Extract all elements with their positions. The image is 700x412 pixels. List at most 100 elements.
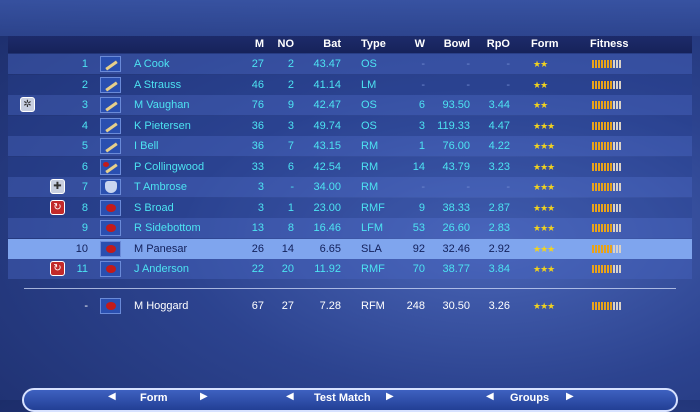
- bowling-type-value: RFM: [361, 300, 385, 312]
- groups-next-arrow-icon[interactable]: ▶: [566, 391, 574, 402]
- fitness-bar: [592, 80, 621, 89]
- batting-average-value: 34.00: [313, 181, 341, 193]
- runs-per-over-value: 3.84: [488, 263, 510, 275]
- player-row[interactable]: 6 P Collingwood 33 6 42.54 RM 14 43.79 3.23 ★★★: [8, 156, 692, 177]
- bowling-average-value: -: [466, 58, 470, 70]
- player-row[interactable]: 1 A Cook 27 2 43.47 OS - - - ★★: [8, 54, 692, 74]
- bowling-type-value: LM: [361, 78, 377, 91]
- batting-average-value: 42.47: [313, 99, 341, 111]
- not-outs-value: 3: [287, 119, 294, 132]
- match-next-arrow-icon[interactable]: ▶: [386, 391, 394, 402]
- player-name: M Hoggard: [134, 300, 189, 312]
- batting-average-value: 43.47: [313, 58, 341, 70]
- bowling-average-value: 38.33: [442, 201, 470, 214]
- wickets-value: 9: [418, 201, 425, 214]
- bowling-type-value: RM: [361, 140, 379, 152]
- form-stars-icon: ★★: [533, 59, 548, 69]
- bowling-type-value: RMF: [361, 201, 385, 214]
- player-row[interactable]: ↻ 8 S Broad 3 1 23.00 RMF 9 38.33 2.87 ★★★: [8, 197, 692, 218]
- wickets-value: -: [421, 78, 425, 91]
- bowler-ball-icon: [100, 298, 121, 314]
- col-runs-per-over[interactable]: RpO: [482, 36, 510, 53]
- wickets-value: 248: [406, 300, 425, 312]
- groups-tab[interactable]: Groups: [510, 392, 549, 404]
- bowling-average-value: 93.50: [442, 99, 470, 111]
- col-bowling[interactable]: Bowl: [436, 36, 470, 53]
- player-name: A Strauss: [134, 78, 182, 91]
- matches-value: 27: [251, 58, 264, 70]
- bowling-type-value: OS: [361, 119, 377, 132]
- batting-average-value: 7.28: [319, 300, 341, 312]
- wicketkeeper-badge-icon[interactable]: ✚: [50, 179, 65, 194]
- batting-average-value: 43.15: [313, 140, 341, 152]
- wickets-value: 1: [418, 140, 425, 152]
- form-tab[interactable]: Form: [140, 392, 168, 404]
- batting-average-value: 6.65: [319, 242, 341, 255]
- batsman-bat-icon: [100, 56, 121, 72]
- fitness-bar: [592, 121, 621, 130]
- col-not-outs[interactable]: NO: [272, 36, 295, 53]
- fitness-bar: [592, 162, 621, 171]
- col-type[interactable]: Type: [361, 36, 386, 53]
- col-batting[interactable]: Bat: [313, 36, 341, 53]
- not-outs-value: 8: [287, 222, 294, 234]
- bowling-average-value: -: [466, 181, 470, 193]
- bowling-type-value: LFM: [361, 222, 383, 234]
- form-stars-icon: ★★★: [533, 243, 555, 254]
- bottom-nav-bar: ◀ Form ▶ ◀ Test Match ▶ ◀ Groups ▶: [22, 388, 678, 412]
- bowling-type-value: RM: [361, 181, 379, 193]
- runs-per-over-value: 4.22: [488, 140, 510, 152]
- bowler-ball-icon: [100, 220, 121, 236]
- player-row[interactable]: 2 A Strauss 46 2 41.14 LM - - - ★★: [8, 74, 692, 95]
- form-stars-icon: ★★★: [533, 141, 555, 151]
- match-prev-arrow-icon[interactable]: ◀: [286, 391, 294, 402]
- bowling-type-value: OS: [361, 99, 377, 111]
- form-stars-icon: ★★★: [533, 202, 555, 213]
- runs-per-over-value: 2.87: [488, 201, 510, 214]
- form-prev-arrow-icon[interactable]: ◀: [108, 391, 116, 402]
- fitness-bar: [592, 244, 621, 253]
- reserve-divider: [24, 288, 676, 289]
- bowler-ball-icon: [100, 240, 121, 257]
- player-name: M Vaughan: [134, 99, 190, 111]
- batting-position: 6: [81, 160, 88, 173]
- player-row[interactable]: 4 K Pietersen 36 3 49.74 OS 3 119.33 4.47 ★★★: [8, 115, 692, 136]
- swap-badge-icon[interactable]: ↻: [50, 261, 65, 276]
- reserve-player-row[interactable]: - M Hoggard 67 27 7.28 RFM 248 30.50 3.26 ★★★: [8, 296, 692, 316]
- match-type-tab[interactable]: Test Match: [314, 392, 371, 404]
- player-row[interactable]: 9 R Sidebottom 13 8 16.46 LFM 53 26.60 2.83 ★★★: [8, 218, 692, 238]
- bowling-type-value: SLA: [361, 242, 382, 255]
- bowling-average-value: 76.00: [442, 140, 470, 152]
- matches-value: 33: [251, 160, 264, 173]
- wickets-value: 92: [412, 242, 425, 255]
- batsman-bat-icon: [100, 117, 121, 134]
- fitness-bar: [592, 142, 621, 150]
- top-bar: [0, 0, 700, 36]
- batting-position: 1: [81, 58, 88, 70]
- player-row[interactable]: ✲ 3 M Vaughan 76 9 42.47 OS 6 93.50 3.44 ★★: [8, 95, 692, 115]
- allrounder-bat-ball-icon: [100, 158, 121, 175]
- col-form[interactable]: Form: [531, 36, 559, 53]
- batsman-bat-icon: [100, 97, 121, 113]
- swap-badge-icon[interactable]: ↻: [50, 199, 65, 215]
- groups-prev-arrow-icon[interactable]: ◀: [486, 391, 494, 402]
- runs-per-over-value: 2.83: [488, 222, 510, 234]
- fitness-bar: [592, 224, 621, 232]
- col-fitness[interactable]: Fitness: [590, 36, 629, 53]
- fitness-bar: [592, 265, 621, 273]
- batting-average-value: 16.46: [313, 222, 341, 234]
- col-matches[interactable]: M: [240, 36, 264, 53]
- player-row[interactable]: ↻ 11 J Anderson 22 20 11.92 RMF 70 38.77 3.84 ★★★: [8, 259, 692, 279]
- batting-average-value: 11.92: [314, 263, 341, 275]
- not-outs-value: -: [290, 181, 294, 193]
- form-next-arrow-icon[interactable]: ▶: [200, 391, 208, 402]
- not-outs-value: 2: [287, 58, 294, 70]
- player-row[interactable]: ✚ 7 T Ambrose 3 - 34.00 RM - - - ★★★: [8, 177, 692, 197]
- runs-per-over-value: 2.92: [488, 242, 510, 255]
- bowling-average-value: 38.77: [442, 263, 470, 275]
- col-wickets[interactable]: W: [403, 36, 425, 53]
- batting-position: 9: [81, 222, 88, 234]
- captain-badge-icon[interactable]: ✲: [20, 97, 35, 112]
- player-row[interactable]: 10 M Panesar 26 14 6.65 SLA 92 32.46 2.92 ★★★: [8, 238, 692, 259]
- player-row[interactable]: 5 I Bell 36 7 43.15 RM 1 76.00 4.22 ★★★: [8, 136, 692, 156]
